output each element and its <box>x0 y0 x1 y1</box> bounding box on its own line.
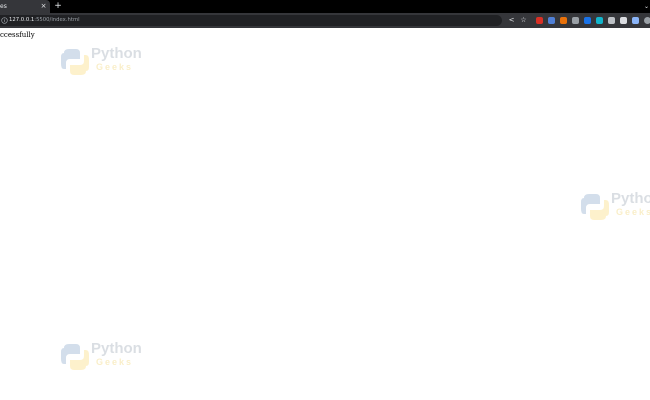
share-icon[interactable]: < <box>507 16 516 25</box>
python-logo-icon <box>61 49 89 75</box>
watermark-line1: Python <box>91 340 142 357</box>
profile-avatar-icon[interactable] <box>644 17 650 24</box>
url-host: 127.0.0.1 <box>9 17 35 23</box>
tab-strip: es × + ⌄ <box>0 0 650 13</box>
watermark-line1: Python <box>91 45 142 62</box>
extension-blue-icon[interactable] <box>584 17 591 24</box>
watermark-logo: Python Geeks <box>580 190 650 224</box>
active-tab[interactable]: es × <box>0 0 50 13</box>
watermark-logo: Python Geeks <box>60 45 160 79</box>
extension-pin-icon[interactable] <box>608 17 615 24</box>
page-message: ccessfully <box>0 31 35 39</box>
python-logo-icon <box>581 194 609 220</box>
tab-search-chevron-icon[interactable]: ⌄ <box>643 1 650 12</box>
extension-grey-icon[interactable] <box>572 17 579 24</box>
watermark-line2: Geeks <box>96 357 134 367</box>
url-path: :5500/index.html <box>34 17 80 23</box>
extension-teal-icon[interactable] <box>596 17 603 24</box>
extension-shield-icon[interactable] <box>548 17 555 24</box>
extension-red-icon[interactable] <box>536 17 543 24</box>
tab-close-icon[interactable]: × <box>40 2 47 11</box>
extension-fox-icon[interactable] <box>560 17 567 24</box>
browser-toolbar: 127.0.0.1:5500/index.html < ☆ <box>0 13 650 28</box>
url-text[interactable]: 127.0.0.1:5500/index.html <box>9 16 80 25</box>
extension-cloud-icon[interactable] <box>620 17 627 24</box>
new-tab-plus-icon[interactable]: + <box>54 1 62 12</box>
tab-title: es <box>0 3 7 10</box>
watermark-line1: Python <box>611 190 650 207</box>
bookmark-star-icon[interactable]: ☆ <box>519 16 528 25</box>
watermark-line2: Geeks <box>96 62 134 72</box>
address-bar[interactable]: 127.0.0.1:5500/index.html <box>0 15 502 26</box>
extension-puzzle-icon[interactable] <box>632 17 639 24</box>
watermark-line2: Geeks <box>616 207 650 217</box>
site-info-icon[interactable] <box>1 17 8 24</box>
python-logo-icon <box>61 344 89 370</box>
watermark-logo: Python Geeks <box>60 340 160 374</box>
